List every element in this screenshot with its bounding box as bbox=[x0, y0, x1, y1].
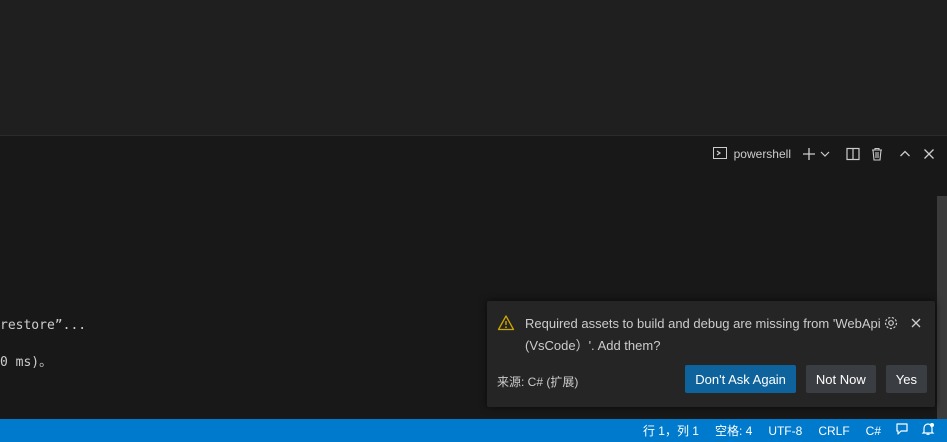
encoding-selector[interactable]: UTF-8 bbox=[760, 419, 810, 442]
trash-icon bbox=[870, 147, 884, 161]
notification-message: Required assets to build and debug are m… bbox=[525, 316, 881, 353]
cursor-position[interactable]: 行 1，列 1 bbox=[635, 419, 707, 442]
terminal-icon bbox=[712, 145, 728, 164]
plus-icon bbox=[802, 147, 816, 161]
yes-button[interactable]: Yes bbox=[885, 365, 927, 393]
feedback-button[interactable] bbox=[889, 419, 915, 442]
close-icon bbox=[923, 148, 935, 160]
chevron-up-icon bbox=[899, 148, 911, 160]
notification-source: 来源: C# (扩展) bbox=[497, 375, 579, 389]
bell-icon bbox=[921, 422, 935, 439]
not-now-button[interactable]: Not Now bbox=[805, 365, 876, 393]
status-bar: 行 1，列 1 空格: 4 UTF-8 CRLF C# bbox=[0, 419, 947, 442]
kill-terminal-button[interactable] bbox=[867, 144, 887, 164]
editor-area[interactable] bbox=[0, 0, 947, 135]
language-mode-selector[interactable]: C# bbox=[858, 419, 889, 442]
indentation-selector[interactable]: 空格: 4 bbox=[707, 419, 760, 442]
close-icon[interactable] bbox=[907, 314, 925, 332]
new-terminal-button[interactable] bbox=[799, 144, 819, 164]
terminal-tab[interactable]: powershell bbox=[708, 144, 795, 164]
maximize-panel-button[interactable] bbox=[895, 144, 915, 164]
close-panel-button[interactable] bbox=[919, 144, 939, 164]
terminal-tab-label: powershell bbox=[733, 147, 791, 161]
terminal-output-line: restore”... bbox=[0, 318, 87, 333]
feedback-icon bbox=[895, 422, 909, 439]
panel-toolbar: powershell bbox=[708, 144, 939, 164]
notification-toast: Required assets to build and debug are m… bbox=[487, 301, 935, 407]
chevron-down-icon bbox=[820, 149, 830, 159]
terminal-scrollbar[interactable] bbox=[937, 196, 947, 420]
split-terminal-button[interactable] bbox=[843, 144, 863, 164]
split-icon bbox=[846, 147, 860, 161]
gear-icon[interactable] bbox=[882, 314, 900, 332]
terminal-output-line: 0 ms)。 bbox=[0, 355, 53, 370]
notifications-button[interactable] bbox=[915, 419, 941, 442]
dont-ask-again-button[interactable]: Don't Ask Again bbox=[685, 365, 796, 393]
terminal-dropdown-button[interactable] bbox=[819, 144, 831, 164]
notification-actions: Don't Ask Again Not Now Yes bbox=[685, 365, 927, 393]
eol-selector[interactable]: CRLF bbox=[810, 419, 857, 442]
